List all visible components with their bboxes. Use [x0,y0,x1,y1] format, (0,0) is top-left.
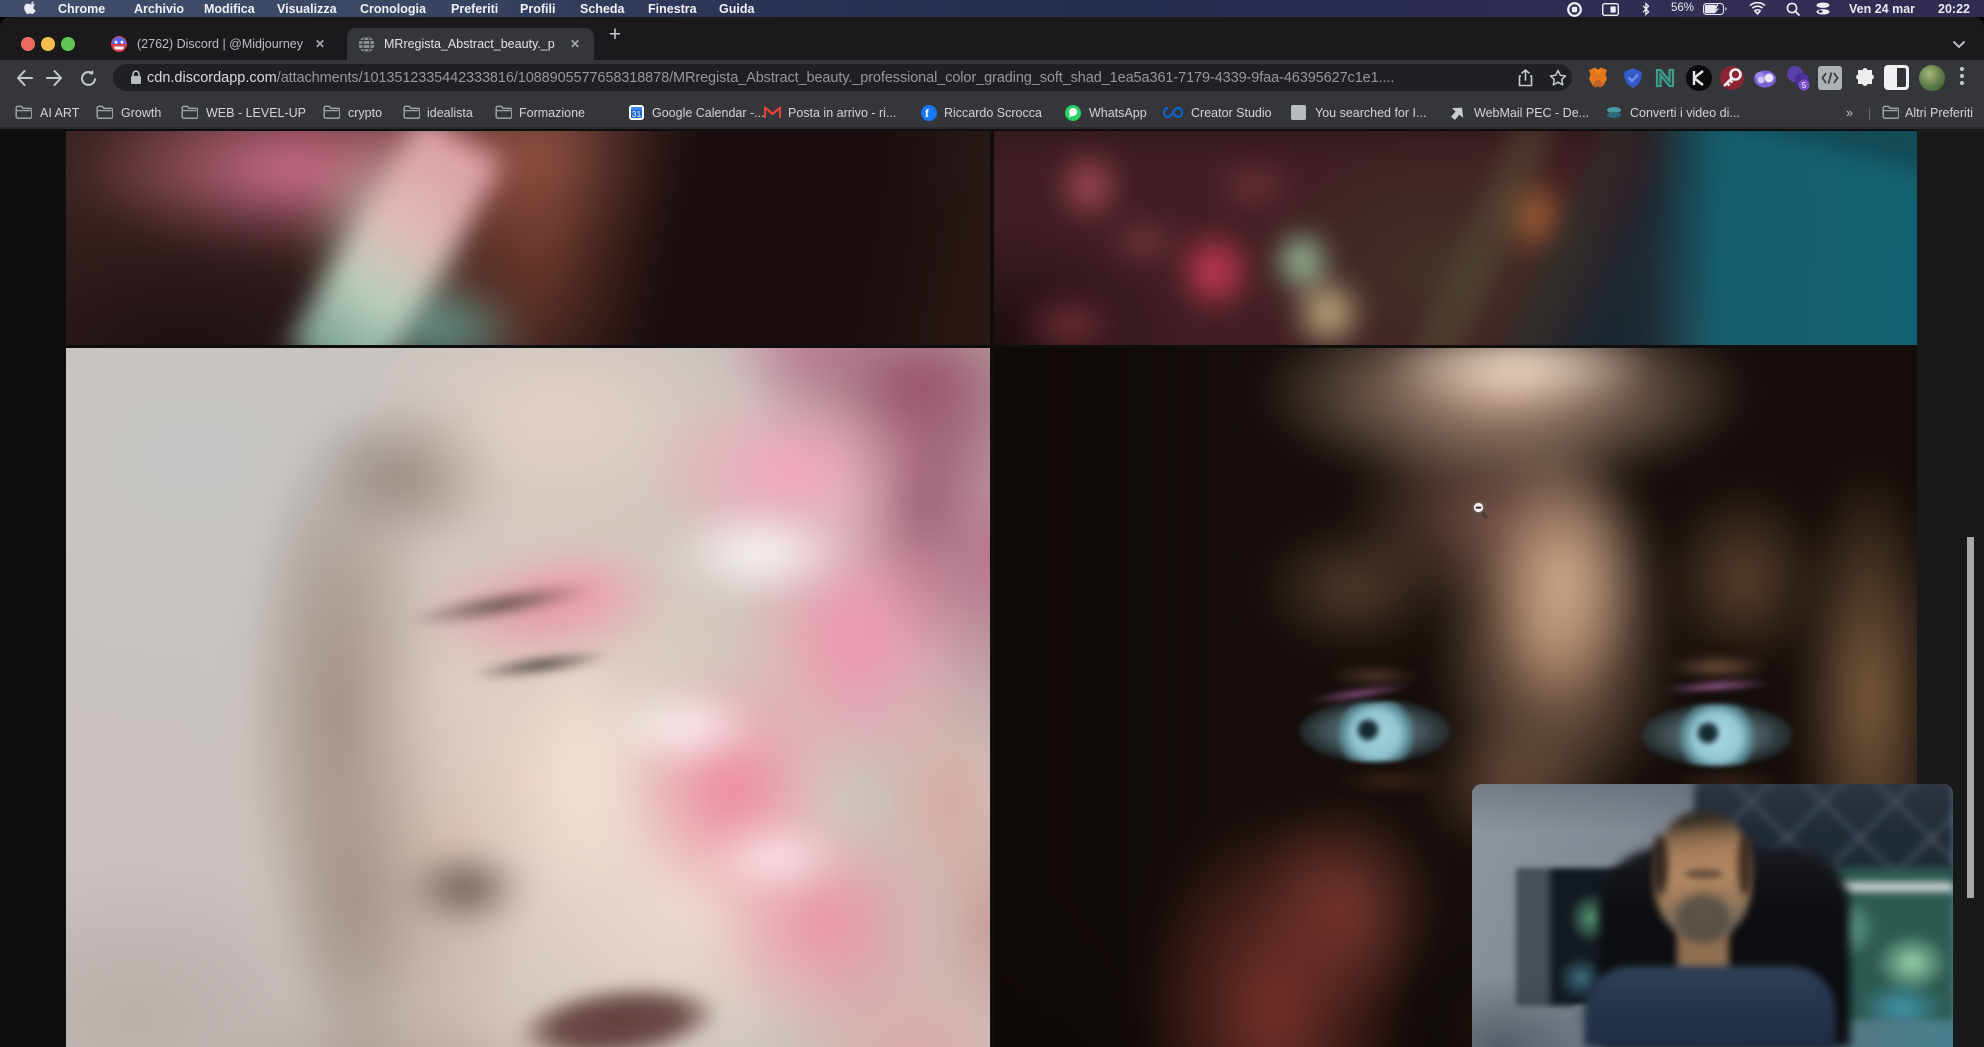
svg-text:5: 5 [1802,81,1807,90]
svg-text:31: 31 [632,109,642,119]
